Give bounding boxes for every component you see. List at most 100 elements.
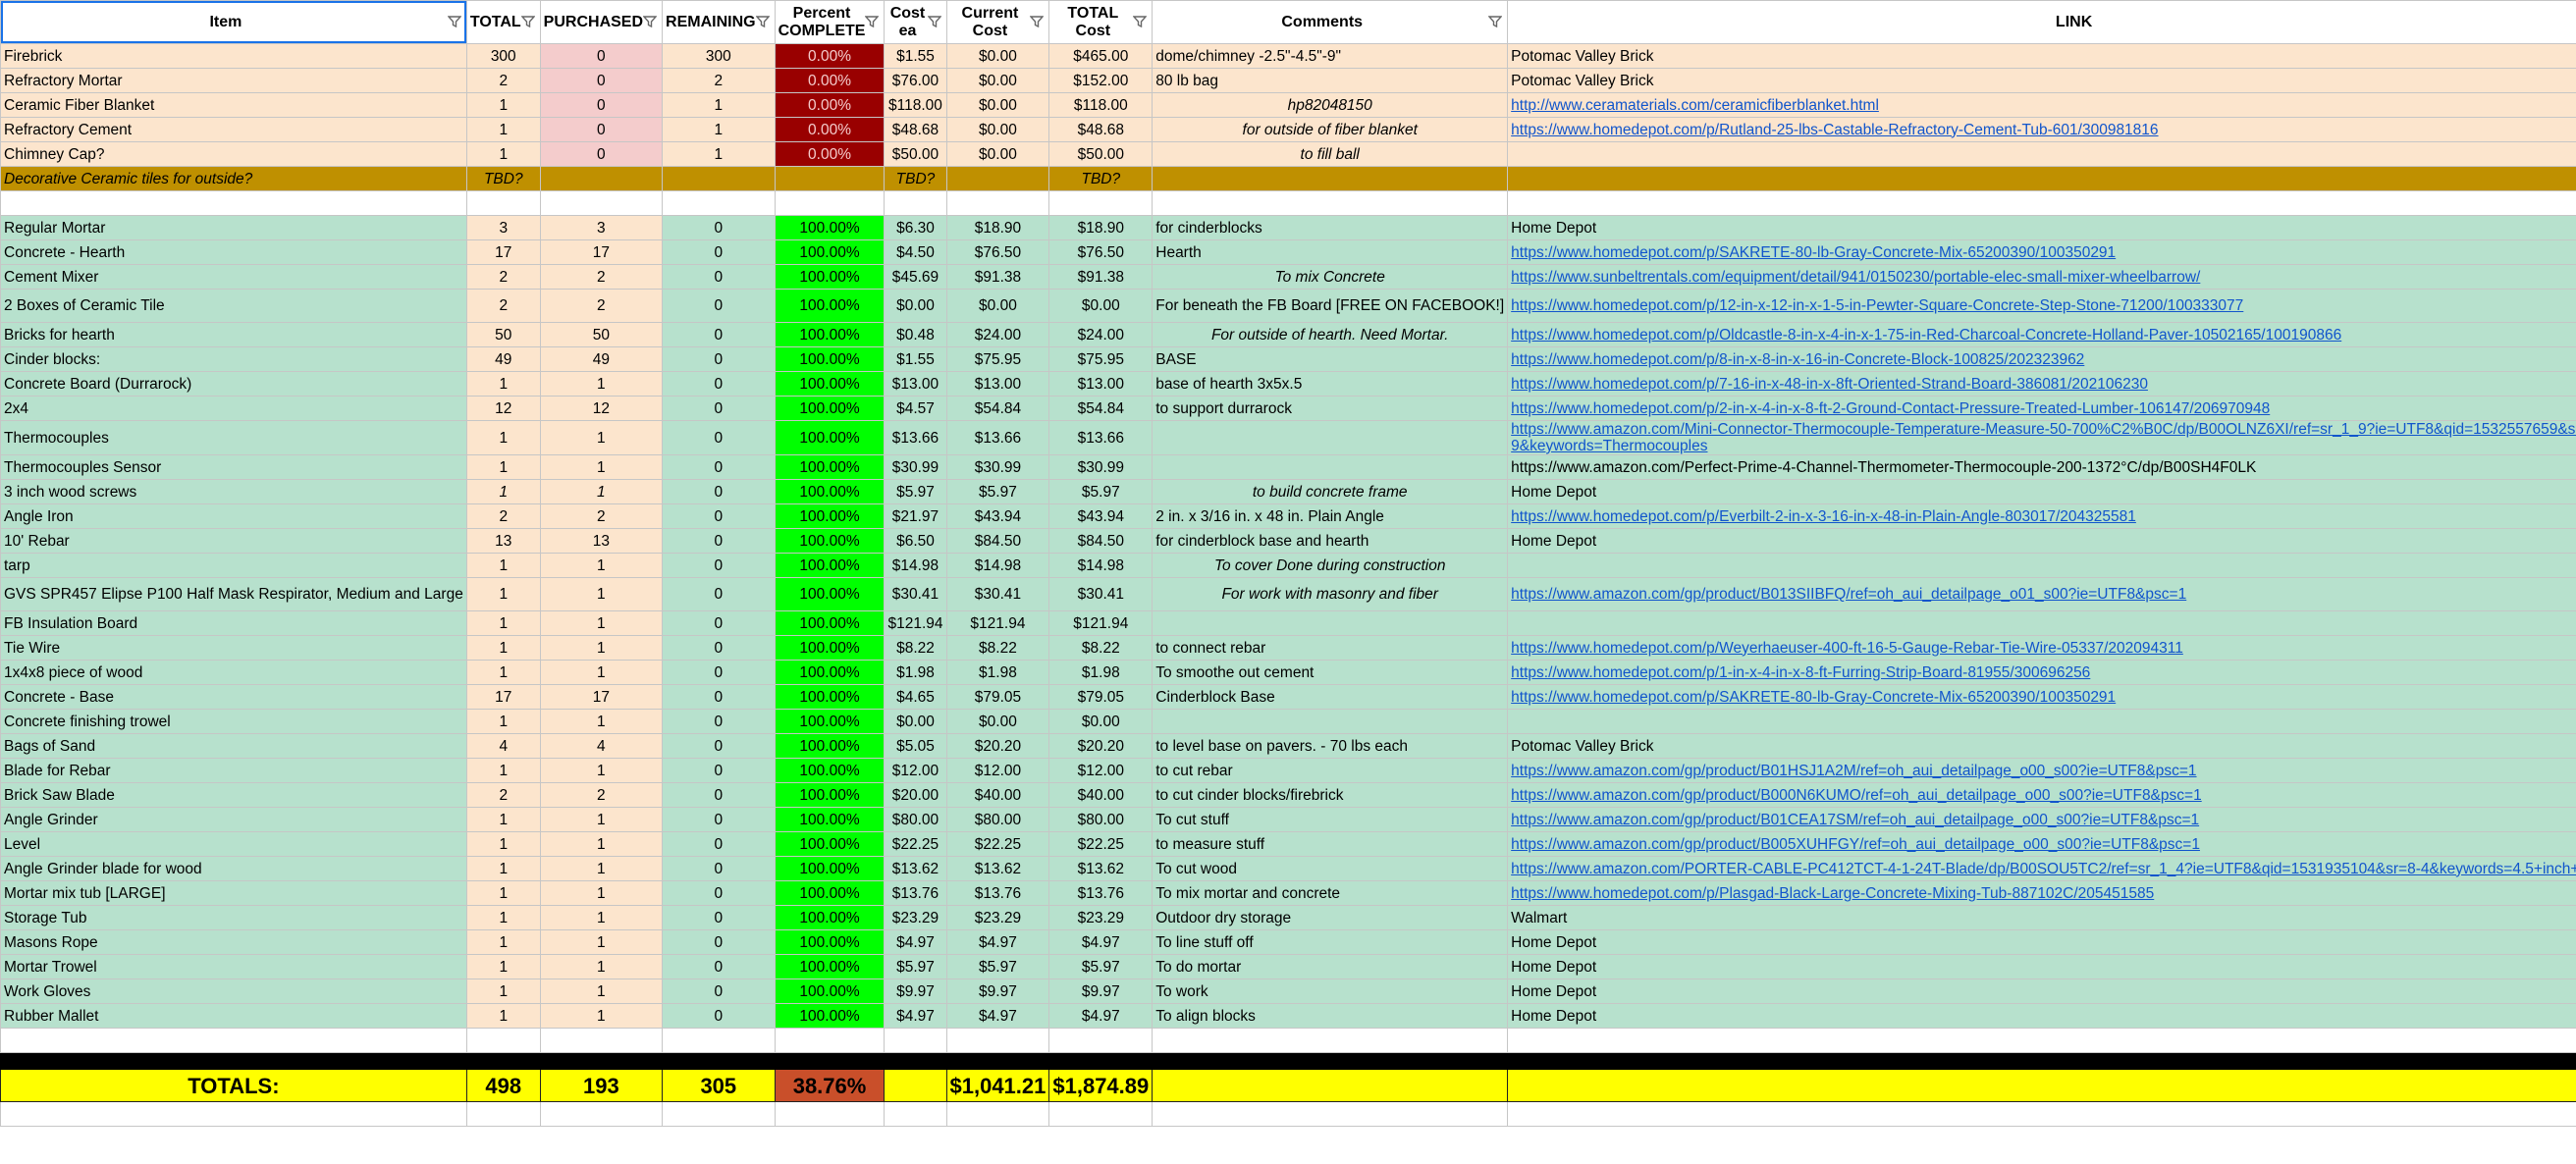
total-cost-cell[interactable]: $76.50 <box>1048 239 1154 265</box>
current-cost-cell[interactable]: $24.00 <box>945 322 1050 347</box>
link-cell[interactable]: https://www.homedepot.com/p/SAKRETE-80-l… <box>1507 684 2576 710</box>
current-cost-cell[interactable]: $0.00 <box>945 68 1050 93</box>
remaining-cell[interactable]: 0 <box>662 979 776 1004</box>
total-cell[interactable]: 1 <box>465 577 541 611</box>
comment-cell[interactable]: for outside of fiber blanket <box>1152 117 1509 142</box>
current-cost-cell[interactable]: $75.95 <box>945 346 1050 372</box>
comment-cell[interactable]: base of hearth 3x5x.5 <box>1152 371 1509 397</box>
total-cell[interactable]: 17 <box>465 239 541 265</box>
item-cell[interactable]: Mortar Trowel <box>0 954 467 979</box>
comment-cell[interactable]: to build concrete frame <box>1152 479 1509 504</box>
total-cell[interactable]: 4 <box>465 733 541 759</box>
current-cost-cell[interactable]: $91.38 <box>945 264 1050 290</box>
total-cell[interactable]: 1 <box>465 479 541 504</box>
link-cell[interactable]: Potomac Valley Brick <box>1507 68 2576 93</box>
current-cost-cell[interactable]: $5.97 <box>945 954 1050 979</box>
item-cell[interactable]: GVS SPR457 Elipse P100 Half Mask Respira… <box>0 577 467 611</box>
current-cost-cell[interactable]: $13.66 <box>945 420 1050 455</box>
remaining-cell[interactable]: 0 <box>662 684 776 710</box>
totals-link[interactable] <box>1507 1069 2576 1102</box>
current-cost-cell[interactable]: $40.00 <box>945 782 1050 808</box>
comment-cell[interactable]: To cut stuff <box>1152 807 1509 832</box>
remaining-cell[interactable]: 1 <box>662 92 776 118</box>
total-cell[interactable]: 2 <box>465 68 541 93</box>
current-cost-cell[interactable]: $0.00 <box>945 709 1050 734</box>
total-cell[interactable]: 2 <box>465 289 541 323</box>
remaining-cell[interactable]: 300 <box>662 43 776 69</box>
purchased-cell[interactable]: 1 <box>539 954 664 979</box>
total-cost-cell[interactable]: $80.00 <box>1048 807 1154 832</box>
link-url[interactable]: https://www.amazon.com/gp/product/B01CEA… <box>1511 812 2199 828</box>
link-cell[interactable] <box>1507 709 2576 734</box>
percent-complete-cell[interactable]: 0.00% <box>774 68 886 93</box>
total-cost-cell[interactable]: $84.50 <box>1048 528 1154 554</box>
link-cell[interactable]: https://www.homedepot.com/p/Plasgad-Blac… <box>1507 880 2576 906</box>
percent-complete-cell[interactable]: 100.00% <box>774 660 886 685</box>
cost-each-cell[interactable]: $4.57 <box>884 396 947 421</box>
link-url[interactable]: https://www.sunbeltrentals.com/equipment… <box>1511 269 2200 286</box>
empty-cell[interactable] <box>884 190 947 216</box>
remaining-cell[interactable]: 0 <box>662 289 776 323</box>
total-cell[interactable]: 1 <box>465 553 541 578</box>
item-cell[interactable]: Blade for Rebar <box>0 758 467 783</box>
purchased-cell[interactable]: 1 <box>539 660 664 685</box>
total-cell[interactable]: 1 <box>465 1003 541 1029</box>
comment-cell[interactable]: to level base on pavers. - 70 lbs each <box>1152 733 1509 759</box>
current-cost-cell[interactable]: $84.50 <box>945 528 1050 554</box>
percent-complete-cell[interactable]: 100.00% <box>774 807 886 832</box>
empty-cell[interactable] <box>1152 190 1509 216</box>
percent-complete-cell[interactable]: 100.00% <box>774 1003 886 1029</box>
total-cell[interactable]: 1 <box>465 831 541 857</box>
purchased-cell[interactable]: 2 <box>539 503 664 529</box>
remaining-cell[interactable]: 0 <box>662 371 776 397</box>
empty-cell[interactable] <box>539 190 664 216</box>
remaining-cell[interactable]: 0 <box>662 905 776 930</box>
purchased-cell[interactable]: 0 <box>539 43 664 69</box>
cost-each-cell[interactable]: $20.00 <box>884 782 947 808</box>
percent-complete-cell[interactable]: 100.00% <box>774 553 886 578</box>
remaining-cell[interactable]: 0 <box>662 782 776 808</box>
percent-complete-cell[interactable]: 100.00% <box>774 856 886 881</box>
purchased-cell[interactable]: 2 <box>539 782 664 808</box>
percent-complete-cell[interactable]: 100.00% <box>774 528 886 554</box>
purchased-cell[interactable]: 1 <box>539 577 664 611</box>
link-cell[interactable]: https://www.amazon.com/Mini-Connector-Th… <box>1507 420 2576 455</box>
current-cost-cell[interactable]: $0.00 <box>945 289 1050 323</box>
link-cell[interactable]: https://www.homedepot.com/p/1-in-x-4-in-… <box>1507 660 2576 685</box>
item-cell[interactable]: Refractory Mortar <box>0 68 467 93</box>
total-cost-cell[interactable]: $8.22 <box>1048 635 1154 661</box>
column-header-current-cost[interactable]: Current Cost <box>945 0 1050 44</box>
current-cost-cell[interactable]: $9.97 <box>945 979 1050 1004</box>
empty-cell[interactable] <box>1048 1028 1154 1053</box>
totals-purchased[interactable]: 193 <box>539 1069 664 1102</box>
cost-each-cell[interactable]: $80.00 <box>884 807 947 832</box>
empty-cell[interactable] <box>774 1028 886 1053</box>
empty-cell[interactable] <box>1152 1028 1509 1053</box>
total-cost-cell[interactable]: $9.97 <box>1048 979 1154 1004</box>
purchased-cell[interactable]: 1 <box>539 454 664 480</box>
purchased-cell[interactable]: 0 <box>539 68 664 93</box>
remaining-cell[interactable]: 0 <box>662 1003 776 1029</box>
total-cost-cell[interactable]: $43.94 <box>1048 503 1154 529</box>
totals-comments[interactable] <box>1152 1069 1509 1102</box>
comment-cell[interactable]: For outside of hearth. Need Mortar. <box>1152 322 1509 347</box>
comment-cell[interactable]: 2 in. x 3/16 in. x 48 in. Plain Angle <box>1152 503 1509 529</box>
current-cost-cell[interactable]: $0.00 <box>945 141 1050 167</box>
item-cell[interactable]: Cement Mixer <box>0 264 467 290</box>
comment-cell[interactable]: To smoothe out cement <box>1152 660 1509 685</box>
total-cell[interactable]: 2 <box>465 782 541 808</box>
column-header-total-cost[interactable]: TOTAL Cost <box>1048 0 1154 44</box>
comment-cell[interactable]: To mix Concrete <box>1152 264 1509 290</box>
total-cost-cell[interactable]: $24.00 <box>1048 322 1154 347</box>
total-cost-cell[interactable]: $30.99 <box>1048 454 1154 480</box>
remaining-cell[interactable]: 0 <box>662 577 776 611</box>
column-header-purchased[interactable]: PURCHASED <box>539 0 664 44</box>
remaining-cell[interactable]: 2 <box>662 68 776 93</box>
remaining-cell[interactable] <box>662 166 776 191</box>
total-cell[interactable]: 49 <box>465 346 541 372</box>
percent-complete-cell[interactable]: 100.00% <box>774 929 886 955</box>
purchased-cell[interactable]: 1 <box>539 856 664 881</box>
comment-cell[interactable]: For beneath the FB Board [FREE ON FACEBO… <box>1152 289 1509 323</box>
purchased-cell[interactable] <box>539 166 664 191</box>
remaining-cell[interactable]: 0 <box>662 553 776 578</box>
